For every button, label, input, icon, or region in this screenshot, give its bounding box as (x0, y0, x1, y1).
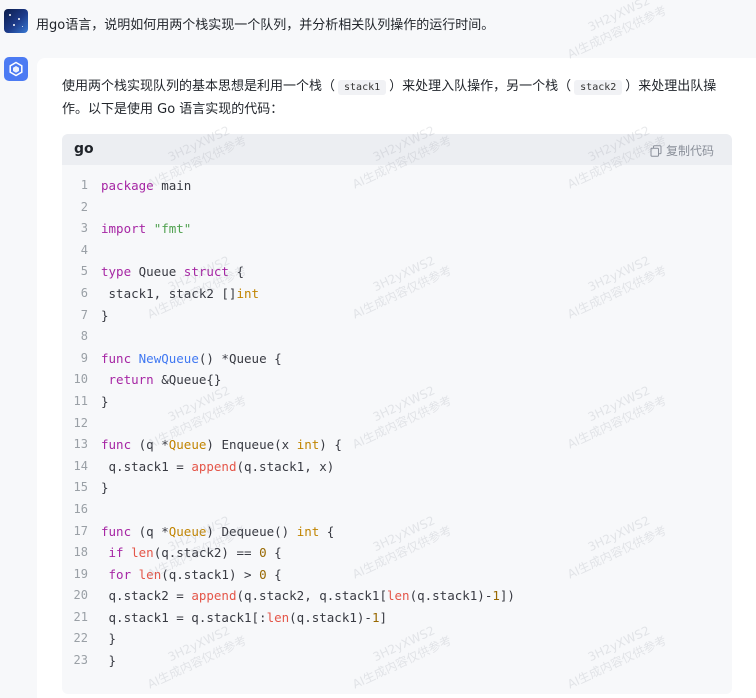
copy-icon (650, 144, 662, 157)
code-line: 21 q.stack1 = q.stack1[:len(q.stack1)-1] (62, 607, 732, 629)
code-line: 5 type Queue struct { (62, 261, 732, 283)
code-language-label: go (74, 141, 94, 157)
line-number: 10 (73, 372, 88, 387)
line-number: 4 (80, 242, 88, 257)
line-number: 16 (73, 501, 88, 516)
code-text: func (q *Queue) Dequeue() int { (101, 523, 335, 539)
code-line: 1 package main (62, 175, 732, 197)
assistant-avatar-icon (4, 57, 28, 81)
line-number: 11 (73, 393, 88, 408)
code-line: 8 (62, 326, 732, 348)
code-line: 11} (62, 391, 732, 413)
user-message-row: 用go语言，说明如何用两个栈实现一个队列，并分析相关队列操作的运行时间。 (0, 0, 756, 46)
user-avatar (4, 9, 28, 33)
line-number: 2 (80, 199, 88, 214)
line-number: 22 (73, 631, 88, 646)
line-number: 21 (73, 609, 88, 624)
code-line: 2 (62, 197, 732, 219)
line-number: 20 (73, 588, 88, 603)
code-text: return &Queue{} (108, 372, 222, 388)
code-text: for len(q.stack1) > 0 { (108, 566, 282, 582)
line-number: 3 (80, 221, 88, 236)
code-line: 3 import "fmt" (62, 218, 732, 240)
copy-code-label: 复制代码 (665, 144, 714, 158)
code-text: func (q *Queue) Enqueue(x int) { (101, 437, 342, 453)
inline-code-stack1: stack1 (338, 80, 387, 95)
intro-text-1: 使用两个栈实现队列的基本思想是利用一个栈（ (62, 79, 336, 94)
code-block: go 复制代码 1 package main 2 3 import "fmt" 4 5 typ… (62, 134, 732, 694)
code-text: q.stack1 = q.stack1[:len(q.stack1)-1] (101, 609, 388, 625)
line-number: 9 (80, 350, 88, 365)
line-number: 13 (73, 437, 88, 452)
line-number: 17 (73, 523, 88, 538)
intro-text-2: ）来处理入队操作，另一个栈（ (389, 79, 572, 94)
answer-intro: 使用两个栈实现队列的基本思想是利用一个栈（ stack1 ）来处理入队操作，另一个栈… (62, 76, 742, 121)
code-line: 22 } (62, 628, 732, 650)
code-text: } (101, 480, 109, 496)
code-text: } (101, 393, 109, 409)
code-line: 7} (62, 305, 732, 327)
line-number: 1 (80, 178, 88, 192)
code-line: 10 return &Queue{} (62, 369, 732, 391)
line-number: 12 (73, 415, 88, 430)
code-header: go 复制代码 (62, 134, 732, 165)
code-line: 23 } (62, 650, 732, 672)
code-line: 13 func (q *Queue) Enqueue(x int) { (62, 434, 732, 456)
code-line: 12 (62, 413, 732, 435)
code-text: } (101, 631, 117, 647)
code-text: q.stack2 = append(q.stack2, q.stack1[len… (101, 588, 515, 604)
code-text: if len(q.stack2) == 0 { (108, 545, 282, 561)
copy-code-button[interactable]: 复制代码 (650, 142, 714, 159)
code-line: 14 q.stack1 = append(q.stack1, x) (62, 456, 732, 478)
code-line: 17 func (q *Queue) Dequeue() int { (62, 521, 732, 543)
line-number: 19 (73, 566, 88, 581)
assistant-answer-card: 使用两个栈实现队列的基本思想是利用一个栈（ stack1 ）来处理入队操作，另一个栈… (37, 58, 756, 698)
line-number: 23 (73, 653, 88, 668)
code-text: type Queue struct { (101, 264, 245, 280)
code-text: package main (101, 178, 192, 193)
line-number: 18 (73, 545, 88, 560)
code-line: 20 q.stack2 = append(q.stack2, q.stack1[… (62, 585, 732, 607)
code-text: func NewQueue() *Queue { (101, 350, 282, 366)
user-message-text: 用go语言，说明如何用两个栈实现一个队列，并分析相关队列操作的运行时间。 (36, 18, 495, 33)
code-text: } (101, 653, 117, 669)
code-line: 4 (62, 240, 732, 262)
code-line: 19 for len(q.stack1) > 0 { (62, 564, 732, 586)
code-text: stack1, stack2 []int (101, 285, 260, 301)
line-number: 5 (80, 264, 88, 279)
line-number: 14 (73, 458, 88, 473)
line-number: 6 (80, 285, 88, 300)
inline-code-stack2: stack2 (574, 80, 623, 95)
code-line: 18 if len(q.stack2) == 0 { (62, 542, 732, 564)
code-text: q.stack1 = append(q.stack1, x) (101, 458, 335, 474)
line-number: 15 (73, 480, 88, 495)
code-line: 15} (62, 477, 732, 499)
line-number: 8 (80, 329, 88, 344)
code-text: } (101, 307, 109, 323)
code-line: 16 (62, 499, 732, 521)
code-text: import "fmt" (101, 221, 192, 237)
code-line: 6 stack1, stack2 []int (62, 283, 732, 305)
line-number: 7 (80, 307, 88, 322)
code-body: 1 package main 2 3 import "fmt" 4 5 type Queue … (62, 165, 732, 672)
code-line: 9 func NewQueue() *Queue { (62, 348, 732, 370)
